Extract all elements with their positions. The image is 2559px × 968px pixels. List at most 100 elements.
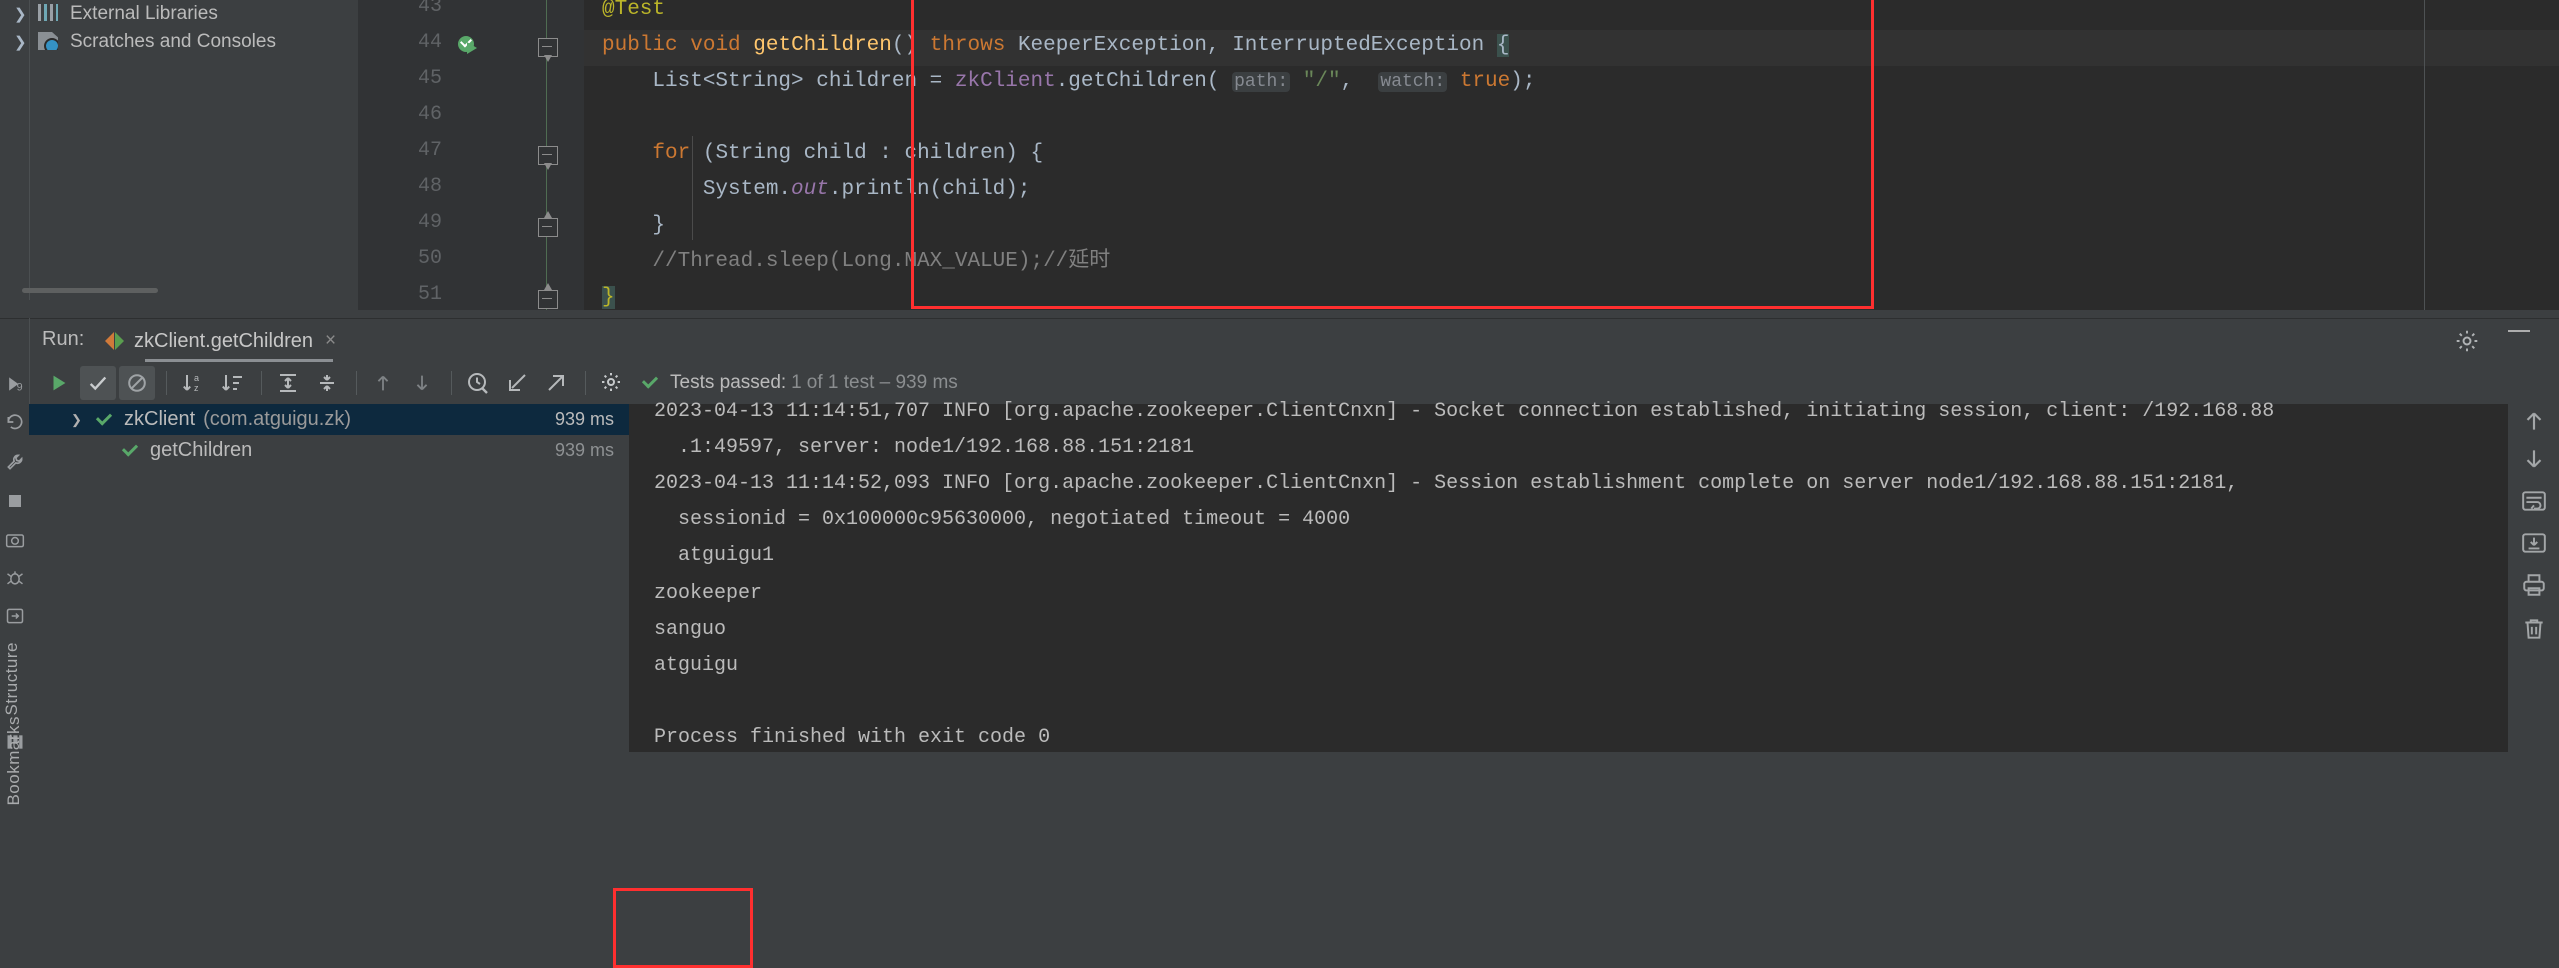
line-number: 46 <box>417 103 442 126</box>
run-panel-label: Run: <box>42 328 85 350</box>
top-area: ❯ External Libraries ❯ Scratches and Con… <box>0 0 2559 318</box>
test-tree-row-method[interactable]: getChildren 939 ms <box>29 435 629 466</box>
scroll-up-icon[interactable] <box>2521 408 2547 434</box>
show-ignored-toggle[interactable] <box>119 366 155 400</box>
clear-all-icon[interactable] <box>2521 616 2547 642</box>
code-line-49: } <box>602 214 666 237</box>
toolbar-divider <box>261 371 262 395</box>
project-tree[interactable]: ❯ External Libraries ❯ Scratches and Con… <box>0 0 358 300</box>
toolbar-divider <box>166 371 167 395</box>
idea-window: ❯ External Libraries ❯ Scratches and Con… <box>0 0 2559 968</box>
console-line: atguigu <box>654 654 739 677</box>
test-class-name: zkClient <box>124 408 196 430</box>
gear-icon[interactable] <box>2454 328 2480 359</box>
rail-debugger-icon[interactable]: 9 <box>5 374 25 394</box>
left-tool-rail[interactable]: 9 Structure <box>0 362 29 752</box>
print-icon[interactable] <box>2521 572 2547 598</box>
console-line: .1:49597, server: node1/192.168.88.151:2… <box>654 436 1195 459</box>
test-passed-icon <box>119 440 141 462</box>
fold-collapse-icon[interactable] <box>538 38 558 62</box>
code-editor[interactable]: 43 44 45 46 47 48 49 50 51 @Test public … <box>358 0 2559 310</box>
rail-bug-icon[interactable] <box>5 568 25 588</box>
svg-text:9: 9 <box>17 382 23 394</box>
test-class-package: (com.atguigu.zk) <box>203 408 351 430</box>
code-line-51: } <box>602 286 615 309</box>
close-tab-icon[interactable]: × <box>325 330 336 352</box>
test-duration: 939 ms <box>554 409 614 429</box>
rail-export-icon[interactable] <box>5 606 25 626</box>
chevron-down-icon[interactable]: ❯ <box>71 412 89 428</box>
code-line-44: public void getChildren() throws KeeperE… <box>602 34 1510 57</box>
console-line: sanguo <box>654 618 727 641</box>
rail-wrench-icon[interactable] <box>5 452 25 472</box>
collapse-all-button[interactable] <box>309 366 345 400</box>
line-number: 51 <box>417 283 442 306</box>
editor-right-divider <box>2424 0 2425 310</box>
rail-structure-label[interactable]: Structure <box>2 642 22 715</box>
run-configuration-tab[interactable]: zkClient.getChildren × <box>105 324 336 358</box>
line-number: 43 <box>417 0 442 18</box>
test-tree-row-class[interactable]: ❯ zkClient (com.atguigu.zk) 939 ms <box>29 404 629 435</box>
line-number: 44 <box>417 31 442 54</box>
scratches-icon <box>38 32 62 52</box>
run-tab-title: zkClient.getChildren <box>134 329 313 352</box>
sort-alphabetically-button[interactable]: az <box>175 366 211 400</box>
sort-by-duration-button[interactable] <box>214 366 250 400</box>
editor-fold-column[interactable] <box>526 0 584 310</box>
console-line: sessionid = 0x100000c95630000, negotiate… <box>654 508 1351 531</box>
tree-item-external-libraries[interactable]: ❯ External Libraries <box>0 0 358 28</box>
line-number: 49 <box>417 211 442 234</box>
rail-stop-icon[interactable] <box>5 492 25 512</box>
run-panel-header: Run: zkClient.getChildren × <box>0 318 2559 362</box>
scroll-to-end-icon[interactable] <box>2521 530 2547 556</box>
scroll-down-icon[interactable] <box>2521 446 2547 472</box>
line-number: 45 <box>417 67 442 90</box>
history-button[interactable] <box>460 366 496 400</box>
expand-all-button[interactable] <box>270 366 306 400</box>
minimize-icon[interactable] <box>2508 330 2530 332</box>
tests-passed-label: Tests passed: <box>670 372 787 393</box>
fold-collapse-icon[interactable] <box>538 146 558 170</box>
run-config-icon <box>105 331 125 351</box>
tests-passed-count: 1 <box>791 372 802 393</box>
console-line: zookeeper <box>654 582 763 605</box>
export-tests-button[interactable] <box>538 366 574 400</box>
editor-gutter[interactable]: 43 44 45 46 47 48 49 50 51 <box>358 0 526 310</box>
console-side-toolbar[interactable] <box>2508 404 2559 752</box>
import-tests-button[interactable] <box>499 366 535 400</box>
test-passed-icon <box>93 409 115 431</box>
rail-bookmarks-label[interactable]: Bookmarks <box>4 716 24 806</box>
fold-end-icon[interactable] <box>538 283 558 309</box>
tree-item-label: External Libraries <box>70 3 218 24</box>
test-duration: 939 ms <box>554 440 614 460</box>
line-number: 50 <box>417 247 442 270</box>
test-runner-toolbar[interactable]: az <box>29 362 641 404</box>
console-line: atguigu1 <box>654 544 775 567</box>
line-number: 47 <box>417 139 442 162</box>
test-settings-button[interactable] <box>594 366 630 400</box>
run-test-gutter-icon[interactable] <box>458 35 480 58</box>
tree-item-scratches-and-consoles[interactable]: ❯ Scratches and Consoles <box>0 28 358 56</box>
test-results-tree[interactable]: ❯ zkClient (com.atguigu.zk) 939 ms getCh… <box>29 404 629 752</box>
previous-failed-button[interactable] <box>365 366 401 400</box>
fold-end-icon[interactable] <box>538 211 558 237</box>
code-text[interactable]: @Test public void getChildren() throws K… <box>584 0 2559 310</box>
tree-item-label: Scratches and Consoles <box>70 31 276 52</box>
code-line-45: List<String> children = zkClient.getChil… <box>602 70 1536 93</box>
svg-text:z: z <box>194 383 199 393</box>
toolbar-divider <box>356 371 357 395</box>
run-tool-window[interactable]: Run: zkClient.getChildren × a z Tests pa… <box>0 318 2559 968</box>
tree-horizontal-scrollbar[interactable] <box>22 288 158 293</box>
show-passed-toggle[interactable] <box>80 366 116 400</box>
rerun-button[interactable] <box>41 366 77 400</box>
code-line-43: @Test <box>602 0 666 21</box>
line-number: 48 <box>417 175 442 198</box>
soft-wrap-icon[interactable] <box>2521 488 2547 514</box>
next-failed-button[interactable] <box>404 366 440 400</box>
code-line-48: System.out.println(child); <box>602 178 1031 201</box>
library-icon <box>38 4 62 24</box>
rail-rerun-icon[interactable] <box>5 412 25 432</box>
console-output[interactable]: 2023-04-13 11:14:51,707 INFO [org.apache… <box>629 400 2508 752</box>
rail-camera-icon[interactable] <box>5 530 25 550</box>
